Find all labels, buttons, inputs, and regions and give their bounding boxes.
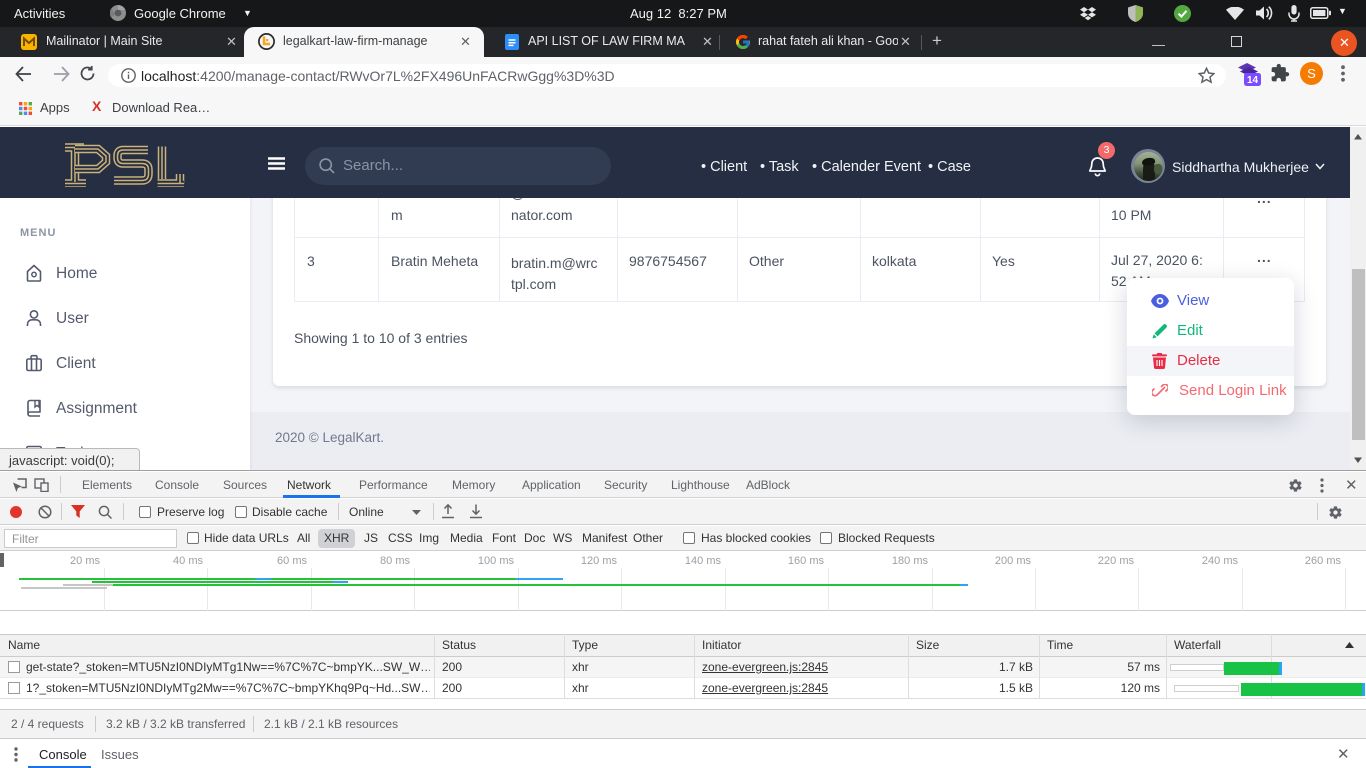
svg-text:14: 14 (1247, 75, 1259, 86)
